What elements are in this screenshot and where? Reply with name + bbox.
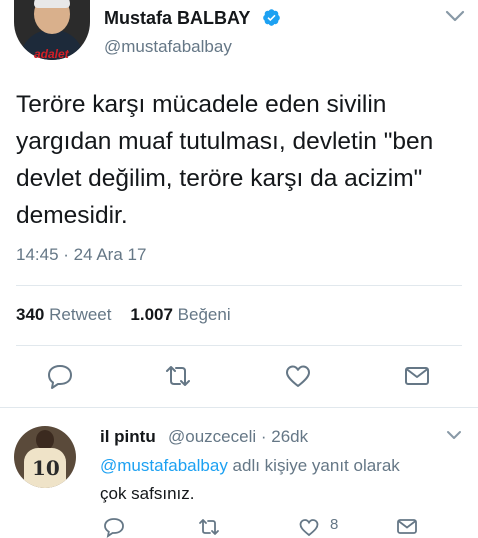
reply-text: çok safsınız. bbox=[100, 484, 195, 503]
reply-like-count[interactable]: 8 bbox=[330, 516, 338, 533]
avatar-brand-text: adalet bbox=[34, 47, 69, 61]
like-label[interactable]: Beğeni bbox=[178, 305, 231, 324]
reply-icon[interactable] bbox=[103, 516, 125, 538]
retweet-label[interactable]: Retweet bbox=[49, 305, 111, 324]
like-icon[interactable] bbox=[298, 516, 320, 538]
direct-message-icon[interactable] bbox=[403, 362, 431, 390]
tweet-stats: 340 Retweet 1.007 Beğeni bbox=[16, 305, 231, 325]
chevron-down-icon[interactable] bbox=[446, 429, 462, 441]
verified-badge-icon bbox=[263, 9, 280, 26]
retweet-icon[interactable] bbox=[164, 362, 192, 390]
retweet-icon[interactable] bbox=[198, 516, 220, 538]
direct-message-icon[interactable] bbox=[396, 516, 418, 538]
author-display-name[interactable]: Mustafa BALBAY bbox=[104, 8, 250, 29]
reply-handle-time[interactable]: @ouzceceli · 26dk bbox=[168, 427, 308, 447]
reply-to-text: adlı kişiye yanıt olarak bbox=[227, 456, 400, 475]
reply-author-name[interactable]: il pintu bbox=[100, 427, 156, 447]
divider bbox=[0, 407, 478, 408]
divider bbox=[16, 345, 462, 346]
reply-context: @mustafabalbay adlı kişiye yanıt olarak bbox=[100, 456, 400, 476]
retweet-count[interactable]: 340 bbox=[16, 305, 44, 324]
like-count[interactable]: 1.007 bbox=[130, 305, 173, 324]
avatar-jersey-number: 10 bbox=[32, 456, 60, 480]
reply-author-avatar[interactable]: 10 bbox=[14, 426, 76, 488]
mention-link[interactable]: @mustafabalbay bbox=[100, 456, 228, 475]
author-handle[interactable]: @mustafabalbay bbox=[104, 37, 232, 57]
reply-icon[interactable] bbox=[46, 362, 74, 390]
divider bbox=[16, 285, 462, 286]
tweet-text: Teröre karşı mücadele eden sivilin yargı… bbox=[16, 91, 434, 229]
chevron-down-icon[interactable] bbox=[444, 8, 466, 24]
tweet-timestamp[interactable]: 14:45 · 24 Ara 17 bbox=[16, 245, 146, 265]
like-icon[interactable] bbox=[284, 362, 312, 390]
